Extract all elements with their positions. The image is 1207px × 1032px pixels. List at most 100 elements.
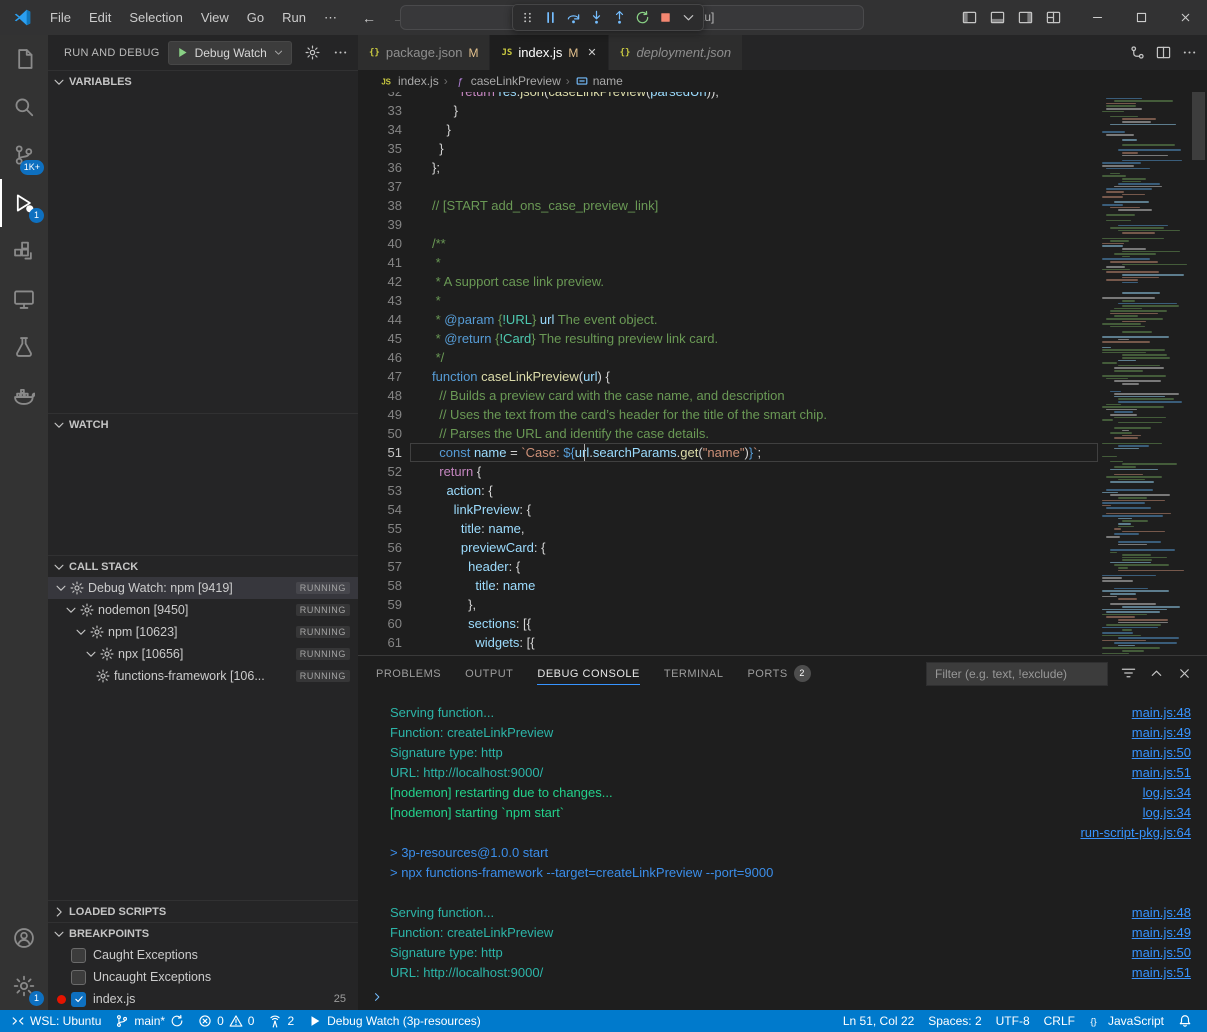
code-line[interactable]: * — [410, 291, 1098, 310]
console-source-link[interactable]: main.js:51 — [1132, 965, 1191, 980]
console-source-link[interactable]: log.js:34 — [1143, 805, 1191, 820]
code-line[interactable]: // Parses the URL and identify the case … — [410, 424, 1098, 443]
breakpoint-item[interactable]: index.js25 — [48, 988, 358, 1010]
menu-item-view[interactable]: View — [192, 0, 238, 35]
debug-console-output[interactable]: Serving function...main.js:48Function: c… — [358, 691, 1207, 1010]
menu-item-file[interactable]: File — [41, 0, 80, 35]
panel-tab-problems[interactable]: PROBLEMS — [376, 656, 441, 691]
code-line[interactable]: const name = `Case: ${url.searchParams.g… — [410, 443, 1098, 462]
console-source-link[interactable]: main.js:50 — [1132, 745, 1191, 760]
go-back-icon[interactable]: ← — [362, 10, 376, 26]
layout-customize-icon[interactable] — [1046, 10, 1061, 25]
activity-bar-item-extensions[interactable] — [0, 227, 48, 275]
console-filter-input[interactable] — [926, 662, 1108, 686]
code-line[interactable]: /** — [410, 234, 1098, 253]
console-source-link[interactable]: run-script-pkg.js:64 — [1080, 825, 1191, 840]
code-line[interactable] — [410, 177, 1098, 196]
activity-bar-item-testing[interactable] — [0, 323, 48, 371]
section-header-breakpoints[interactable]: BREAKPOINTS — [48, 922, 358, 944]
editor-scrollbar[interactable] — [1190, 92, 1207, 655]
status-item-indentation[interactable]: Spaces: 2 — [921, 1010, 988, 1032]
step-into-icon[interactable] — [585, 6, 608, 29]
code-line[interactable]: return { — [410, 462, 1098, 481]
tab-deployment.json[interactable]: {}deployment.json — [609, 35, 744, 70]
status-item-encoding[interactable]: UTF-8 — [989, 1010, 1037, 1032]
menu-item-run[interactable]: Run — [273, 0, 315, 35]
call-stack-session[interactable]: Debug Watch: npm [9419]RUNNING — [48, 577, 358, 599]
tab-package.json[interactable]: {}package.jsonM — [358, 35, 490, 70]
debug-settings-gear-icon[interactable] — [305, 45, 320, 60]
status-item-language-mode[interactable]: {}JavaScript — [1082, 1010, 1171, 1032]
status-item-remote-indicator[interactable]: WSL: Ubuntu — [4, 1010, 108, 1032]
section-header-variables[interactable]: VARIABLES — [48, 70, 358, 92]
layout-sidebar-right-icon[interactable] — [1018, 10, 1033, 25]
activity-bar-item-source-control[interactable]: 1K+ — [0, 131, 48, 179]
code-line[interactable]: } — [410, 139, 1098, 158]
code-line[interactable]: function caseLinkPreview(url) { — [410, 367, 1098, 386]
activity-bar-item-docker[interactable] — [0, 371, 48, 419]
window-close-button[interactable] — [1163, 0, 1207, 35]
code-line[interactable]: action: { — [410, 481, 1098, 500]
activity-bar-item-settings[interactable]: 1 — [0, 962, 48, 1010]
code-line[interactable]: // Builds a preview card with the case n… — [410, 386, 1098, 405]
status-item-cursor-position[interactable]: Ln 51, Col 22 — [836, 1010, 921, 1032]
window-minimize-button[interactable] — [1075, 0, 1119, 35]
console-source-link[interactable]: main.js:48 — [1132, 905, 1191, 920]
call-stack-session[interactable]: npx [10656]RUNNING — [48, 643, 358, 665]
layout-sidebar-left-icon[interactable] — [962, 10, 977, 25]
section-header-watch[interactable]: WATCH — [48, 413, 358, 435]
close-panel-icon[interactable] — [1177, 666, 1192, 681]
launch-config-picker[interactable]: Debug Watch — [168, 41, 292, 65]
step-over-icon[interactable] — [562, 6, 585, 29]
status-item-forwarded-ports[interactable]: 2 — [261, 1010, 301, 1032]
console-source-link[interactable]: main.js:50 — [1132, 945, 1191, 960]
code-editor[interactable]: return res.json(caseLinkPreview(parsedUr… — [410, 92, 1098, 655]
tab-index.js[interactable]: JSindex.jsM✕ — [490, 35, 608, 70]
code-line[interactable]: } — [410, 101, 1098, 120]
menu-item-selection[interactable]: Selection — [120, 0, 191, 35]
status-item-problems[interactable]: 00 — [191, 1010, 261, 1032]
pause-icon[interactable] — [539, 6, 562, 29]
status-item-debug-status[interactable]: Debug Watch (3p-resources) — [301, 1010, 488, 1032]
code-line[interactable]: return res.json(caseLinkPreview(parsedUr… — [410, 92, 1098, 101]
layout-panel-icon[interactable] — [990, 10, 1005, 25]
code-line[interactable]: header: { — [410, 557, 1098, 576]
activity-bar-item-explorer[interactable] — [0, 35, 48, 83]
minimap[interactable] — [1098, 92, 1190, 655]
breakpoint-checkbox[interactable] — [71, 992, 86, 1007]
section-header-call-stack[interactable]: CALL STACK — [48, 555, 358, 577]
breadcrumb-item-index.js[interactable]: JSindex.js — [380, 74, 439, 88]
editor-gutter[interactable]: 3233343536373839404142434445464748495051… — [358, 92, 410, 655]
code-line[interactable]: previewCard: { — [410, 538, 1098, 557]
code-line[interactable]: title: name, — [410, 519, 1098, 538]
activity-bar-item-remote-explorer[interactable] — [0, 275, 48, 323]
console-source-link[interactable]: main.js:51 — [1132, 765, 1191, 780]
menu-overflow-icon[interactable]: ⋯ — [315, 0, 346, 35]
console-source-link[interactable]: main.js:49 — [1132, 725, 1191, 740]
breakpoint-checkbox[interactable] — [71, 948, 86, 963]
panel-tab-terminal[interactable]: TERMINAL — [664, 656, 724, 691]
status-item-git-branch[interactable]: main* — [108, 1010, 191, 1032]
code-line[interactable] — [410, 215, 1098, 234]
code-line[interactable]: * — [410, 253, 1098, 272]
maximize-panel-icon[interactable] — [1149, 666, 1164, 681]
code-line[interactable]: * A support case link preview. — [410, 272, 1098, 291]
breadcrumb-item-name[interactable]: name — [575, 74, 623, 88]
code-line[interactable]: widgets: [{ — [410, 633, 1098, 652]
code-line[interactable]: * @param {!URL} url The event object. — [410, 310, 1098, 329]
activity-bar-item-search[interactable] — [0, 83, 48, 131]
panel-tab-debug-console[interactable]: DEBUG CONSOLE — [537, 656, 639, 691]
code-line[interactable]: sections: [{ — [410, 614, 1098, 633]
start-debugging-icon[interactable] — [176, 46, 189, 59]
console-source-link[interactable]: main.js:48 — [1132, 705, 1191, 720]
split-editor-icon[interactable] — [1156, 45, 1171, 60]
restart-icon[interactable] — [631, 6, 654, 29]
scrollbar-slider[interactable] — [1192, 92, 1205, 160]
status-item-eol[interactable]: CRLF — [1037, 1010, 1082, 1032]
code-line[interactable]: }, — [410, 595, 1098, 614]
panel-tab-output[interactable]: OUTPUT — [465, 656, 513, 691]
close-icon[interactable]: ✕ — [587, 46, 596, 59]
breakpoint-checkbox[interactable] — [71, 970, 86, 985]
window-maximize-button[interactable] — [1119, 0, 1163, 35]
status-item-notifications[interactable] — [1171, 1010, 1199, 1032]
